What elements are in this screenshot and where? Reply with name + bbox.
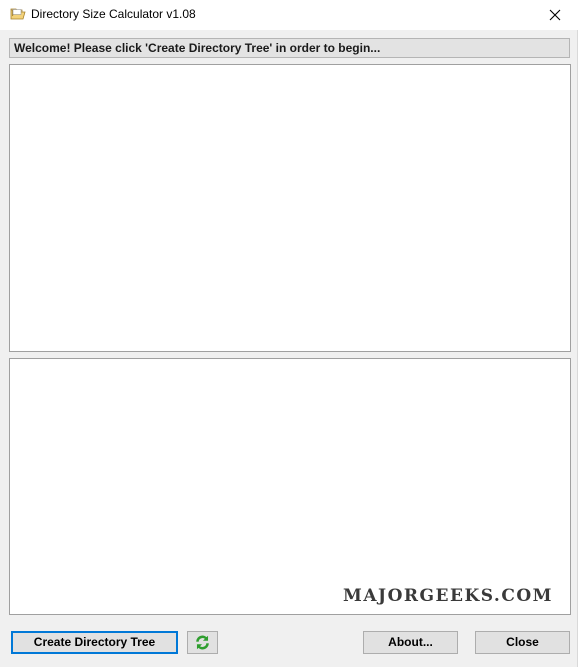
- about-button[interactable]: About...: [363, 631, 458, 654]
- create-directory-tree-button[interactable]: Create Directory Tree: [11, 631, 178, 654]
- app-window: Directory Size Calculator v1.08 Welcome!…: [0, 0, 578, 667]
- window-title: Directory Size Calculator v1.08: [31, 7, 196, 21]
- refresh-button[interactable]: [187, 631, 218, 654]
- close-icon: [549, 9, 561, 21]
- window-close-button[interactable]: [532, 0, 578, 30]
- refresh-icon: [196, 635, 209, 650]
- directory-tree-panel[interactable]: [9, 64, 571, 352]
- watermark: MAJORGEEKS.COM: [343, 586, 553, 606]
- status-banner: Welcome! Please click 'Create Directory …: [9, 38, 570, 58]
- title-bar[interactable]: Directory Size Calculator v1.08: [0, 0, 578, 30]
- close-button[interactable]: Close: [475, 631, 570, 654]
- folder-icon: [10, 8, 26, 20]
- details-panel[interactable]: MAJORGEEKS.COM: [9, 358, 571, 615]
